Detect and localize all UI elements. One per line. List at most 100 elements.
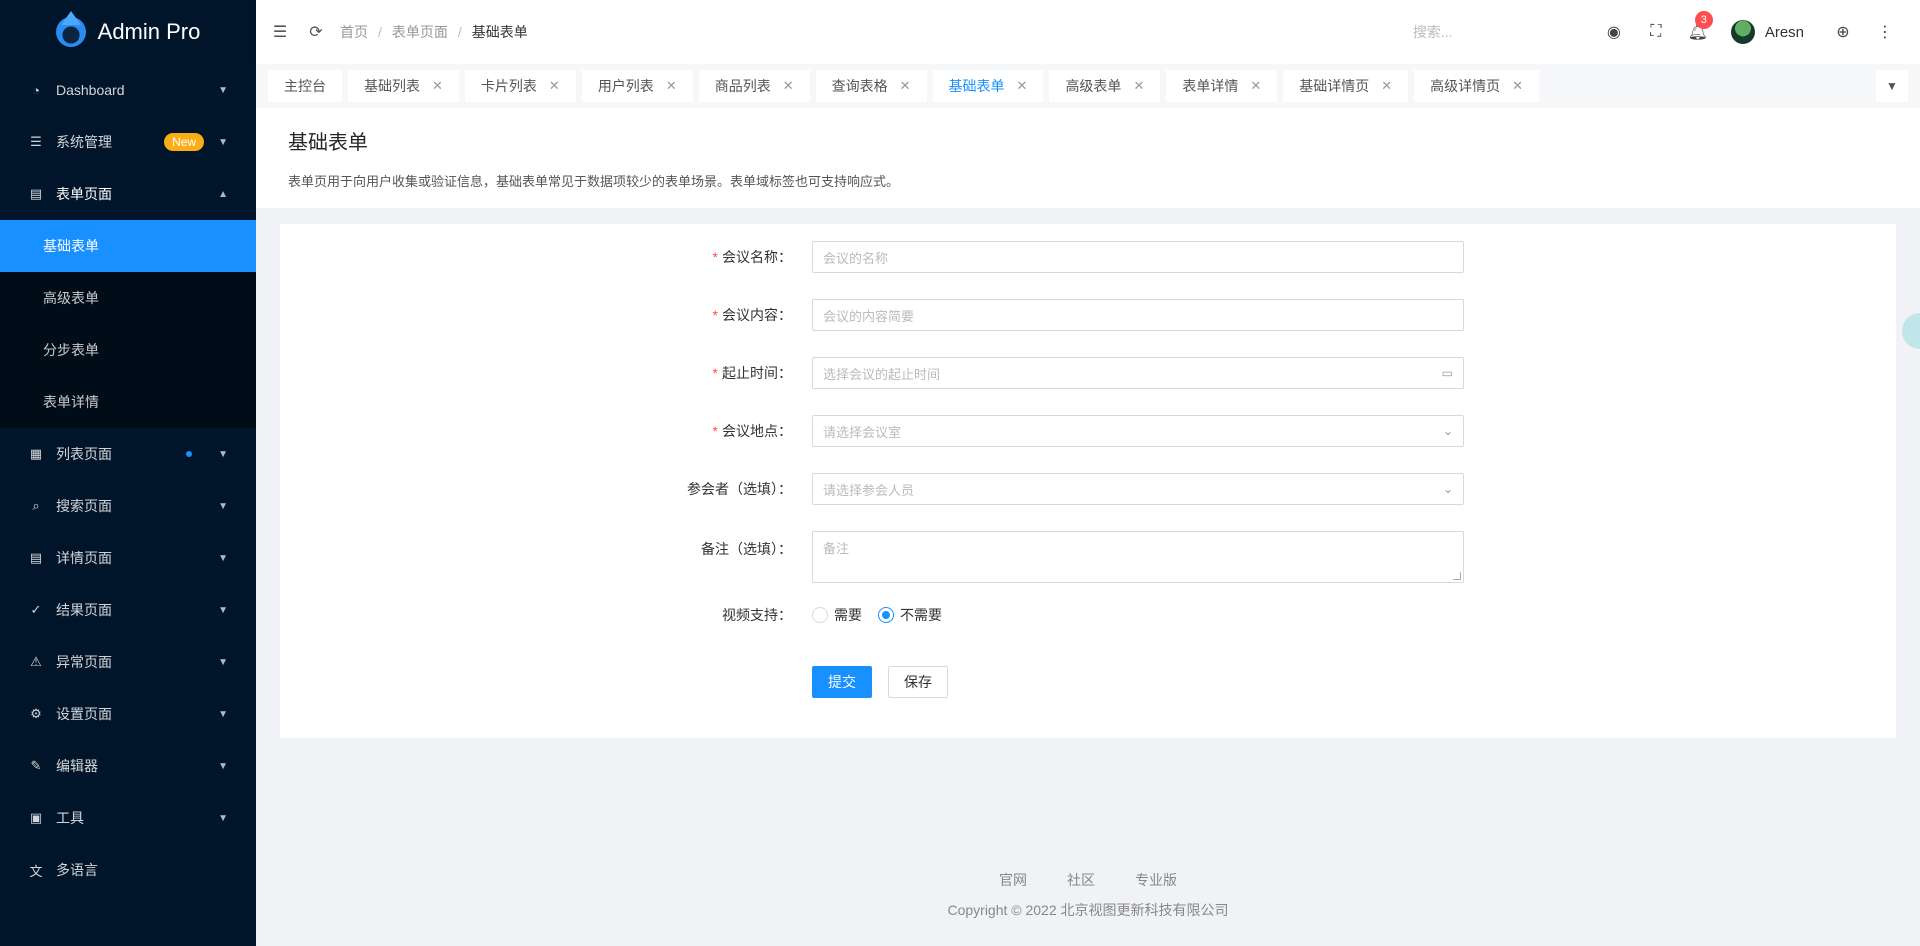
chevron-down-icon: ▼ — [1886, 79, 1898, 93]
sidebar-item-label: 结果页面 — [56, 602, 112, 618]
header-search-input[interactable]: 搜索... — [1413, 22, 1563, 42]
sidebar-item-exception[interactable]: ⚠ 异常页面 ▼ — [0, 636, 256, 688]
tab-basic-list[interactable]: 基础列表 ✕ — [348, 70, 459, 102]
remark-textarea[interactable]: 备注 — [812, 531, 1464, 583]
footer-link-website[interactable]: 官网 — [999, 870, 1027, 890]
breadcrumb-home[interactable]: 首页 — [340, 22, 368, 42]
form-label-text: 视频支持： — [722, 607, 792, 623]
sidebar-item-result[interactable]: ✓ 结果页面 ▼ — [0, 584, 256, 636]
close-icon[interactable]: ✕ — [900, 78, 911, 94]
close-icon[interactable]: ✕ — [549, 78, 560, 94]
sidebar-item-i18n[interactable]: 文 多语言 — [0, 844, 256, 896]
sidebar-item-system[interactable]: ☰ 系统管理 New ▼ — [0, 116, 256, 168]
tab-advanced-form[interactable]: 高级表单 ✕ — [1049, 70, 1161, 102]
sidebar-item-settings[interactable]: ⚙ 设置页面 ▼ — [0, 688, 256, 740]
form-label: * 会议内容： — [280, 305, 812, 325]
tab-dashboard[interactable]: 主控台 — [268, 70, 342, 102]
header-actions: 搜索... ◉ ⛶ 🔔︎ 3 Aresn ⊕ ⋮ — [1413, 0, 1920, 64]
sidebar-subitem-basic-form[interactable]: 基础表单 — [0, 220, 256, 272]
tab-basic-form[interactable]: 基础表单 ✕ — [932, 70, 1044, 102]
username: Aresn — [1764, 23, 1804, 41]
resize-handle-icon[interactable] — [1453, 572, 1461, 580]
footer: 官网 社区 专业版 Copyright © 2022 北京视图更新科技有限公司 — [256, 870, 1920, 920]
sidebar-item-label: 详情页面 — [56, 550, 112, 566]
required-mark: * — [712, 249, 718, 265]
close-icon[interactable]: ✕ — [432, 78, 443, 94]
logo[interactable]: Admin Pro — [0, 0, 256, 64]
save-button[interactable]: 保存 — [888, 666, 948, 698]
meeting-time-range-picker[interactable]: 选择会议的起止时间 ▭ — [812, 357, 1464, 389]
tab-card-list[interactable]: 卡片列表 ✕ — [464, 70, 576, 102]
tab-query-table[interactable]: 查询表格 ✕ — [815, 70, 927, 102]
form-row-content: * 会议内容： 会议的内容简要 — [280, 299, 1896, 331]
sidebar-subitem-advanced-form[interactable]: 高级表单 — [0, 272, 256, 324]
close-icon[interactable]: ✕ — [783, 78, 794, 94]
record-icon[interactable]: ◉ — [1593, 0, 1635, 64]
form-label: 参会者（选填）： — [280, 479, 812, 499]
form-row-attendees: 参会者（选填）： 请选择参会人员 ⌄ — [280, 473, 1896, 505]
close-icon[interactable]: ✕ — [1250, 78, 1261, 94]
refresh-icon[interactable]: ⟳ — [306, 22, 326, 42]
tab-advanced-detail[interactable]: 高级详情页 ✕ — [1414, 70, 1540, 102]
notification-bell-icon[interactable]: 🔔︎ 3 — [1677, 0, 1719, 64]
status-dot — [186, 451, 193, 457]
footer-link-community[interactable]: 社区 — [1067, 870, 1095, 890]
tab-goods-list[interactable]: 商品列表 ✕ — [698, 70, 810, 102]
menu-fold-icon[interactable]: ☰ — [270, 22, 290, 42]
select-placeholder: 请选择会议室 — [823, 424, 902, 440]
tabs-more-button[interactable]: ▼ — [1876, 70, 1908, 102]
textarea-placeholder: 备注 — [823, 541, 850, 556]
sidebar-item-detail[interactable]: ▤ 详情页面 ▼ — [0, 532, 256, 584]
page-header: 基础表单 表单页用于向用户收集或验证信息，基础表单常见于数据项较少的表单场景。表… — [256, 108, 1920, 349]
calendar-icon: ▭ — [1441, 366, 1453, 380]
meeting-content-input[interactable]: 会议的内容简要 — [812, 299, 1464, 331]
radio-need[interactable]: 需要 — [812, 605, 862, 625]
sidebar-item-editor[interactable]: ✎ 编辑器 ▼ — [0, 740, 256, 792]
edit-icon: ✎ — [30, 758, 42, 773]
close-icon[interactable]: ✕ — [666, 78, 677, 94]
sidebar-item-forms[interactable]: ▤ 表单页面 ▲ — [0, 168, 256, 220]
radio-not-need[interactable]: 不需要 — [878, 605, 942, 625]
close-icon[interactable]: ✕ — [1133, 78, 1144, 94]
chevron-up-icon: ▲ — [218, 188, 228, 200]
sidebar-item-label: 搜索页面 — [56, 498, 112, 514]
sidebar-subitem-step-form[interactable]: 分步表单 — [0, 324, 256, 376]
footer-link-pro[interactable]: 专业版 — [1135, 870, 1177, 890]
chevron-down-icon: ▼ — [218, 656, 228, 668]
sidebar-item-label: 编辑器 — [56, 758, 98, 774]
forms-submenu: 基础表单 高级表单 分步表单 表单详情 — [0, 220, 256, 428]
submit-button[interactable]: 提交 — [812, 666, 872, 698]
sidebar-subitem-form-detail[interactable]: 表单详情 — [0, 376, 256, 428]
breadcrumb-forms[interactable]: 表单页面 — [392, 22, 448, 42]
tab-basic-detail[interactable]: 基础详情页 ✕ — [1283, 70, 1409, 102]
meeting-room-select[interactable]: 请选择会议室 ⌄ — [812, 415, 1464, 447]
tab-label: 高级详情页 — [1430, 78, 1501, 94]
sidebar-item-list[interactable]: ▦ 列表页面 ▼ — [0, 428, 256, 480]
close-icon[interactable]: ✕ — [1381, 78, 1392, 94]
sidebar-item-label: 设置页面 — [56, 706, 112, 722]
required-mark: * — [712, 307, 718, 323]
tab-label: 商品列表 — [714, 78, 771, 94]
tab-user-list[interactable]: 用户列表 ✕ — [581, 70, 693, 102]
sidebar-item-search[interactable]: ⌕ 搜索页面 ▼ — [0, 480, 256, 532]
required-mark: * — [712, 365, 718, 381]
chevron-down-icon: ▼ — [218, 552, 228, 564]
fullscreen-icon[interactable]: ⛶ — [1635, 0, 1677, 64]
close-icon[interactable]: ✕ — [1017, 78, 1028, 94]
globe-icon[interactable]: ⊕ — [1822, 0, 1864, 64]
breadcrumb-separator: / — [378, 24, 382, 40]
sidebar-item-dashboard[interactable]: ◔ Dashboard ▼ — [0, 64, 256, 116]
floating-handle[interactable] — [1902, 313, 1920, 349]
meeting-name-input[interactable]: 会议的名称 — [812, 241, 1464, 273]
form-row-time: * 起止时间： 选择会议的起止时间 ▭ — [280, 357, 1896, 389]
user-menu[interactable]: Aresn — [1730, 20, 1804, 44]
more-vertical-icon[interactable]: ⋮ — [1864, 0, 1906, 64]
sidebar-item-label: 表单页面 — [56, 186, 112, 202]
sidebar-item-tools[interactable]: ▣ 工具 ▼ — [0, 792, 256, 844]
form-row-video: 视频支持： 需要 不需要 — [280, 605, 1896, 625]
chevron-down-icon: ▼ — [218, 812, 228, 824]
breadcrumb: 首页 / 表单页面 / 基础表单 — [340, 22, 528, 42]
tab-form-detail[interactable]: 表单详情 ✕ — [1166, 70, 1278, 102]
close-icon[interactable]: ✕ — [1512, 78, 1523, 94]
attendees-select[interactable]: 请选择参会人员 ⌄ — [812, 473, 1464, 505]
